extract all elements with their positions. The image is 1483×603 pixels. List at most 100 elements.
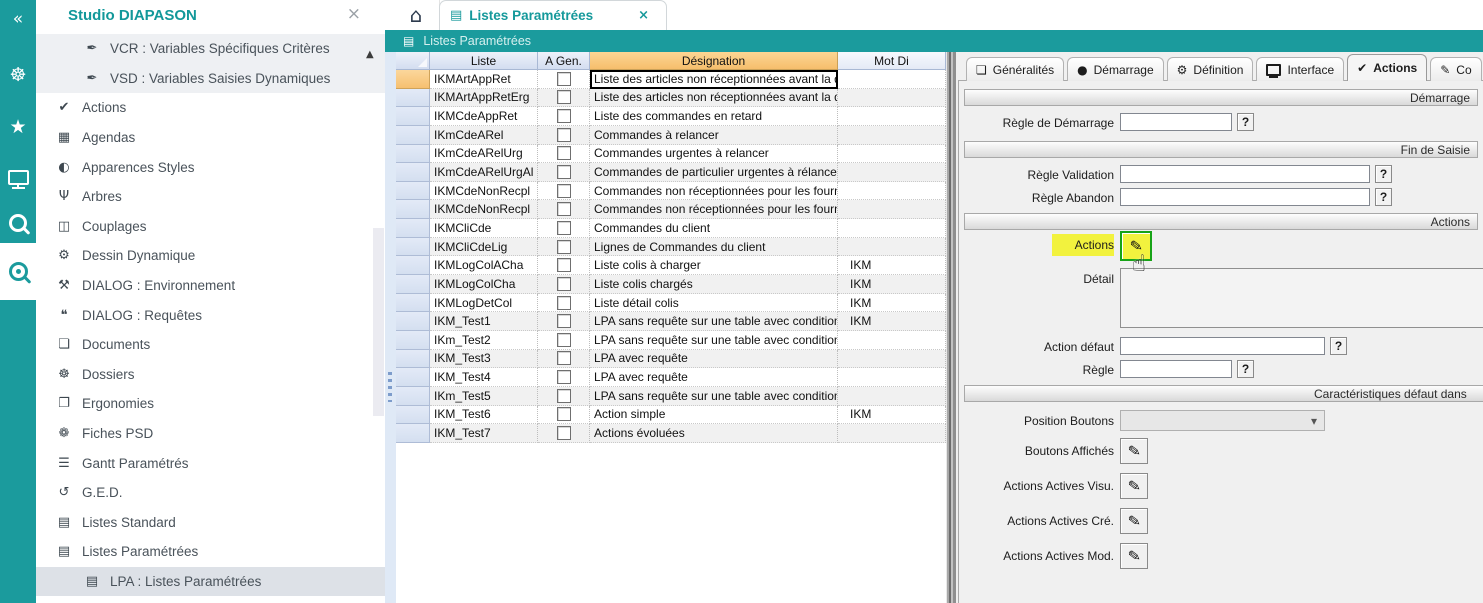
panel-tab[interactable]: ✔ Actions [1347,54,1427,81]
cell-mot[interactable] [838,219,946,238]
cell-liste[interactable]: IKM_Test3 [430,350,538,369]
a-gen-checkbox[interactable] [557,146,571,160]
vertical-splitter[interactable] [385,52,396,603]
collapse-chevrons-icon[interactable]: « [0,6,36,32]
row-header-cell[interactable] [396,406,430,425]
cell-designation[interactable]: Liste des commandes en retard [590,107,838,126]
table-row[interactable]: IKMCliCde Commandes du client [396,219,946,238]
cell-liste[interactable]: IKMLogColCha [430,275,538,294]
cell-designation[interactable]: Commandes non réceptionnées pour les fou… [590,182,838,201]
action-defaut-help-button[interactable]: ? [1330,337,1347,355]
column-header-liste[interactable]: Liste [430,52,538,70]
a-gen-checkbox[interactable] [557,202,571,216]
table-row[interactable]: IKMLogColCha Liste colis chargés IKM [396,275,946,294]
cell-designation[interactable]: LPA sans requête sur une table avec cond… [590,331,838,350]
table-row[interactable]: IKM_Test1 LPA sans requête sur une table… [396,312,946,331]
regle-help-button[interactable]: ? [1237,360,1254,378]
row-header-cell[interactable] [396,387,430,406]
rail-item-favorites[interactable]: ★ [0,110,36,144]
row-header-cell[interactable] [396,107,430,126]
row-header-cell[interactable] [396,238,430,257]
row-header-cell[interactable] [396,163,430,182]
cell-liste[interactable]: IKMLogDetCol [430,294,538,313]
cell-designation[interactable]: Commandes de particulier urgentes à réla… [590,163,838,182]
home-tab[interactable]: ⌂ [393,0,440,30]
row-header-cell[interactable] [396,219,430,238]
a-gen-checkbox[interactable] [557,240,571,254]
a-gen-checkbox[interactable] [557,258,571,272]
cell-designation[interactable]: Action simple [590,406,838,425]
sidebar-scrollbar-thumb[interactable] [373,228,384,416]
cell-liste[interactable]: IKMArtAppRet [430,70,538,89]
cell-designation[interactable]: LPA sans requête sur une table avec cond… [590,312,838,331]
table-row[interactable]: IKM_Test3 LPA avec requête [396,350,946,369]
cell-liste[interactable]: IKmCdeARelUrg [430,145,538,164]
cell-designation[interactable]: Liste détail colis [590,294,838,313]
cell-liste[interactable]: IKM_Test4 [430,368,538,387]
row-header-cell[interactable] [396,368,430,387]
table-row[interactable]: IKMArtAppRet Liste des articles non réce… [396,70,946,89]
cell-mot[interactable]: IKM [838,294,946,313]
cell-designation[interactable]: Liste colis chargés [590,275,838,294]
panel-tab[interactable]: ✎ Co [1430,57,1481,81]
cell-mot[interactable]: IKM [838,256,946,275]
regle-validation-help-button[interactable]: ? [1375,165,1392,183]
row-header-cell[interactable] [396,312,430,331]
a-gen-checkbox[interactable] [557,72,571,86]
cell-liste[interactable]: IKMCdeAppRet [430,107,538,126]
panel-splitter[interactable] [946,52,956,603]
sidebar-item[interactable]: ▤ Listes Standard [36,508,385,538]
sidebar-item[interactable]: ❏ Documents [36,330,385,360]
cell-mot[interactable]: IKM [838,275,946,294]
detail-box[interactable] [1120,268,1483,328]
sidebar-item[interactable]: ↺ G.E.D. [36,478,385,508]
cell-designation[interactable]: Lignes de Commandes du client [590,238,838,257]
table-row[interactable]: IKMLogColACha Liste colis à charger IKM [396,256,946,275]
column-header-a-gen[interactable]: A Gen. [538,52,590,70]
cell-liste[interactable]: IKm_Test2 [430,331,538,350]
regle-demarrage-input[interactable] [1120,113,1232,131]
a-gen-checkbox[interactable] [557,128,571,142]
tab-listes-parametrees[interactable]: ▤ Listes Paramétrées × [439,0,667,30]
sidebar-item[interactable]: ❝ DIALOG : Requêtes [36,300,385,330]
boutons-affiches-edit-button[interactable]: ✎ [1120,438,1148,464]
cell-designation[interactable]: Commandes à relancer [590,126,838,145]
a-gen-checkbox[interactable] [557,109,571,123]
row-header-cell[interactable] [396,275,430,294]
cell-liste[interactable]: IKmCdeARelUrgAl [430,163,538,182]
a-gen-checkbox[interactable] [557,426,571,440]
table-row[interactable]: IKMCliCdeLig Lignes de Commandes du clie… [396,238,946,257]
table-row[interactable]: IKmCdeARelUrg Commandes urgentes à relan… [396,145,946,164]
sidebar-item[interactable]: ◫ Couplages [36,212,385,242]
cell-designation[interactable]: LPA avec requête [590,350,838,369]
cell-liste[interactable]: IKM_Test1 [430,312,538,331]
cell-mot[interactable] [838,331,946,350]
cell-designation[interactable]: Liste des articles non réceptionnées ava… [590,89,838,108]
row-header-cell[interactable] [396,424,430,443]
cell-mot[interactable] [838,200,946,219]
sidebar-item[interactable]: ☸ Dossiers [36,360,385,390]
cell-designation[interactable]: Commandes du client [590,219,838,238]
cell-mot[interactable]: IKM [838,312,946,331]
table-row[interactable]: IKMArtAppRetErg Liste des articles non r… [396,89,946,108]
row-header-cell[interactable] [396,350,430,369]
cell-mot[interactable] [838,163,946,182]
cell-designation[interactable]: Liste colis à charger [590,256,838,275]
row-header-cell[interactable] [396,200,430,219]
column-header-designation[interactable]: Désignation [590,52,838,70]
a-gen-checkbox[interactable] [557,333,571,347]
cell-designation[interactable]: Commandes urgentes à relancer [590,145,838,164]
cell-designation[interactable]: LPA sans requête sur une table avec cond… [590,387,838,406]
cell-mot[interactable] [838,107,946,126]
sidebar-item[interactable]: Ψ Arbres [36,182,385,212]
scroll-up-icon[interactable]: ▲ [366,50,374,60]
rail-item-search[interactable] [0,206,36,240]
cell-mot[interactable] [838,350,946,369]
cell-liste[interactable]: IKMCdeNonRecpl [430,182,538,201]
tab-close-icon[interactable]: × [638,9,649,22]
panel-tab[interactable]: ● Démarrage [1067,57,1164,81]
regle-input[interactable] [1120,360,1232,378]
panel-tab[interactable]: Interface [1256,57,1344,81]
cell-mot[interactable] [838,145,946,164]
regle-abandon-input[interactable] [1120,188,1370,206]
